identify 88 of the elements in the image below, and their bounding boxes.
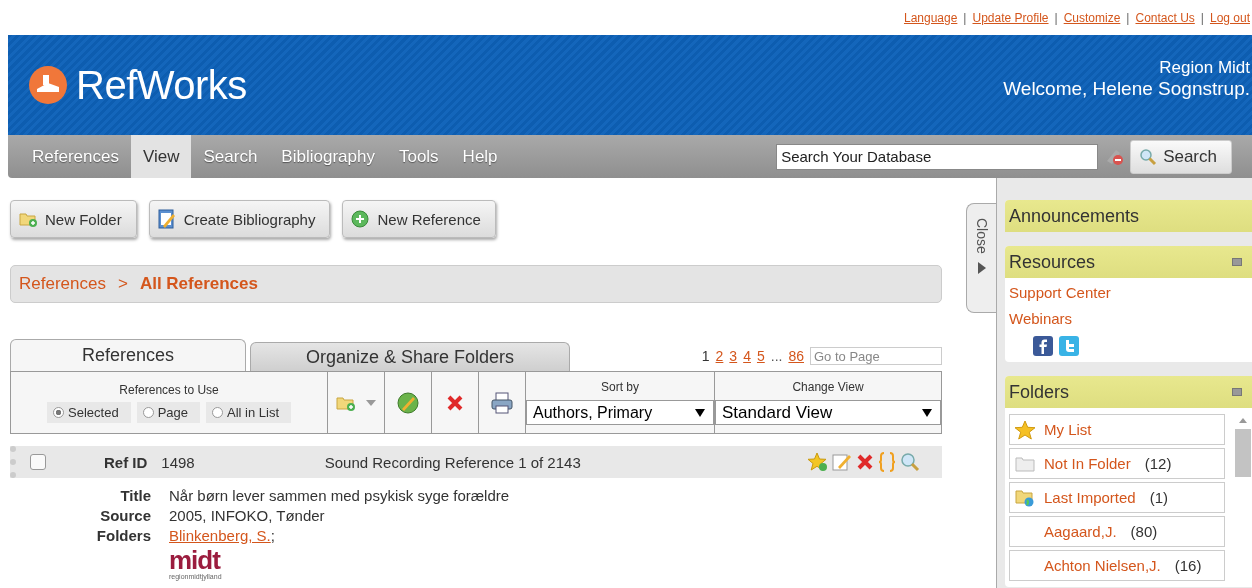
braces-icon[interactable] [878, 452, 896, 472]
field-label: Title [119, 487, 151, 504]
top-link[interactable]: Update Profile [972, 10, 1049, 25]
facebook-icon[interactable] [1033, 336, 1053, 356]
breadcrumb-current: All References [139, 274, 258, 294]
resource-link[interactable]: Webinars [1009, 310, 1248, 327]
record-checkbox[interactable] [30, 454, 46, 470]
brand-name: RefWorks [76, 62, 247, 108]
folder-count: (80) [1130, 523, 1158, 540]
organization-name: Region Midt [1159, 58, 1250, 78]
folder-link[interactable]: Blinkenberg, S. [169, 527, 271, 544]
ref-id: 1498 [161, 453, 195, 471]
search-button[interactable]: Search [1130, 139, 1232, 174]
page-ellipsis: ... [770, 348, 783, 364]
panel-header[interactable]: Announcements [1005, 200, 1252, 232]
logo-text: midt [169, 547, 221, 573]
action-button[interactable]: New Reference [342, 200, 496, 238]
resource-link[interactable]: Support Center [1009, 284, 1248, 301]
top-link[interactable]: Log out [1209, 10, 1250, 25]
radio-option[interactable]: All in List [206, 401, 292, 423]
top-link[interactable]: Customize [1063, 10, 1121, 25]
edit-icon[interactable] [832, 452, 852, 472]
tab[interactable]: References [10, 339, 246, 371]
radio-option[interactable]: Page [136, 401, 200, 423]
welcome-text: Welcome, Helene Sognstrup. [1003, 78, 1250, 100]
folder-globe-icon [1015, 488, 1035, 507]
folder-plus-icon [19, 211, 37, 227]
page-link[interactable]: 3 [729, 348, 738, 364]
link-separator: | [1200, 10, 1204, 25]
view-label: Change View [792, 380, 864, 394]
search-icon[interactable] [900, 452, 920, 472]
dropdown-arrow-icon [695, 408, 705, 417]
top-link[interactable]: Contact Us [1135, 10, 1195, 25]
link-separator: | [963, 10, 967, 25]
logo-icon [28, 65, 68, 105]
globe-pencil-icon[interactable] [397, 391, 419, 414]
panel-header[interactable]: Resources [1005, 246, 1252, 278]
folder-count: (1) [1149, 489, 1169, 506]
radio-option[interactable]: Selected [47, 401, 131, 423]
twitter-icon[interactable] [1059, 336, 1079, 356]
link-separator: | [1126, 10, 1130, 25]
notebook-pencil-icon [157, 209, 176, 229]
tab[interactable]: Organize & Share Folders [250, 342, 570, 371]
dropdown-arrow-icon [922, 408, 932, 417]
folder-icon [1015, 455, 1035, 472]
top-link[interactable]: Language [903, 10, 958, 25]
section-label: References to Use [119, 382, 219, 397]
delete-icon[interactable] [856, 453, 874, 471]
plus-icon [351, 210, 370, 228]
page-link[interactable]: 86 [788, 348, 804, 364]
triangle-right-icon [977, 261, 986, 274]
separator-text: ; [270, 527, 275, 544]
panel-header[interactable]: Folders [1005, 376, 1252, 408]
action-button[interactable]: New Folder [10, 200, 137, 238]
page-link[interactable]: 4 [743, 348, 751, 364]
go-to-page-field[interactable]: Go to Page [810, 347, 942, 365]
reference-type: Sound Recording Reference 1 of 2143 [324, 453, 581, 471]
folder-item[interactable]: Achton Nielsen,J. (16) [1009, 550, 1225, 581]
field-value: Når børn lever sammen med psykisk syge forældre [169, 487, 510, 504]
breadcrumb-separator: > [117, 274, 128, 294]
page-link[interactable]: 5 [756, 348, 765, 364]
folder-item[interactable]: Not In Folder (12) [1009, 448, 1225, 479]
action-button[interactable]: Create Bibliography [148, 200, 331, 238]
field-label: Folders [95, 527, 151, 544]
search-field[interactable]: Search Your Database [776, 143, 1099, 170]
print-icon[interactable] [491, 391, 513, 414]
folder-count: (12) [1144, 455, 1172, 472]
link-separator: | [1054, 10, 1058, 25]
folder-item[interactable]: Aagaard,J. (80) [1009, 516, 1225, 547]
nav-tab[interactable]: View [130, 135, 192, 178]
close-label: Close [973, 218, 990, 254]
field-label: Ref ID [104, 453, 148, 471]
dropdown-caret-icon[interactable] [366, 399, 377, 406]
field-label: Source [99, 507, 151, 524]
delete-icon[interactable] [446, 393, 464, 412]
page-link[interactable]: 2 [715, 348, 724, 364]
folder-item[interactable]: My List [1009, 414, 1225, 445]
folder-count: (16) [1174, 557, 1202, 574]
sort-dropdown[interactable]: Authors, Primary [526, 400, 714, 425]
star-icon [1014, 419, 1036, 440]
view-dropdown[interactable]: Standard View [715, 400, 941, 425]
star-add-icon[interactable] [808, 452, 828, 472]
search-icon [1139, 147, 1158, 166]
folder-item[interactable]: Last Imported (1) [1009, 482, 1225, 513]
page-link[interactable]: 1 [701, 348, 710, 364]
sort-label: Sort by [601, 380, 639, 394]
field-value: 2005, INFOKO, Tønder [169, 507, 326, 524]
close-tab[interactable]: Close [966, 203, 996, 313]
